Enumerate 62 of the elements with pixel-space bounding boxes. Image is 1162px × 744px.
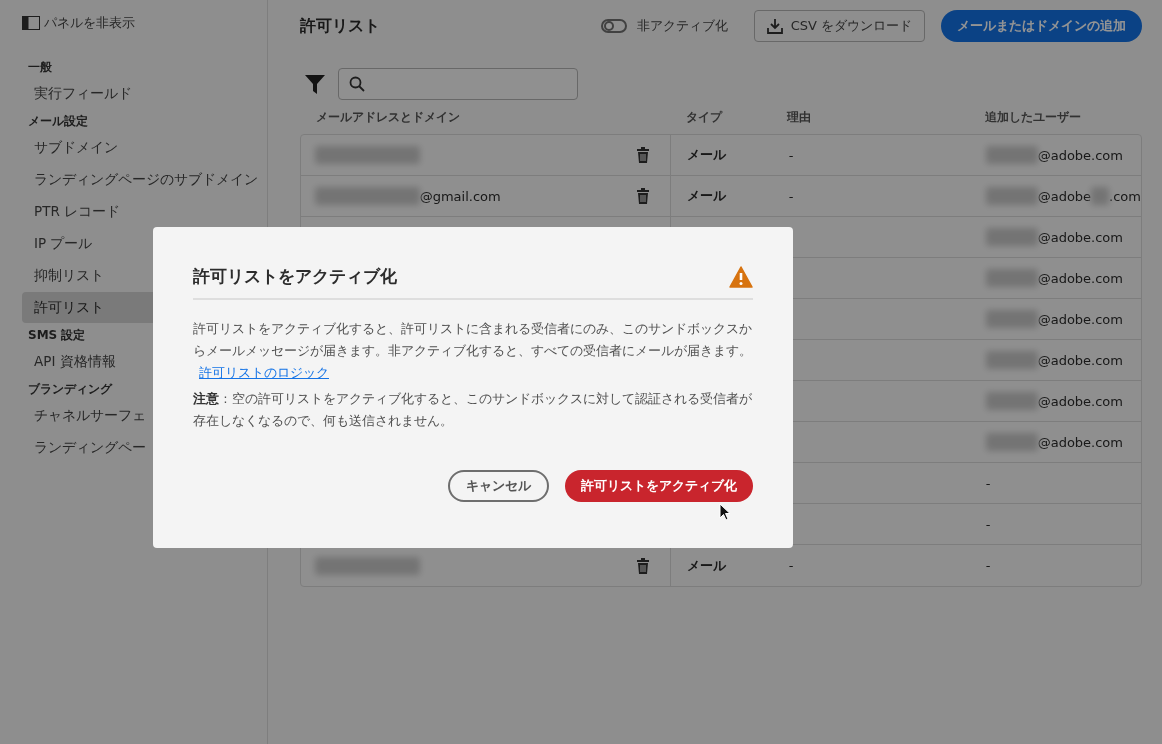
trash-icon[interactable]	[635, 557, 650, 574]
sidebar-item[interactable]: サブドメイン	[22, 132, 258, 163]
trash-icon[interactable]	[635, 147, 650, 163]
sidebar-item[interactable]: PTR レコード	[22, 196, 258, 227]
search-field[interactable]	[337, 68, 578, 100]
sidebar-item[interactable]: 実行フィールド	[22, 78, 258, 109]
table-cell: -	[985, 516, 991, 532]
allow-list-logic-link[interactable]: 許可リストのロジック	[199, 365, 329, 380]
pointer-icon	[719, 503, 731, 521]
warning-icon	[729, 265, 753, 288]
column-header: 理由	[786, 109, 811, 124]
toggle-switch[interactable]	[600, 19, 627, 33]
table-cell: @adobe.com	[1037, 270, 1123, 286]
column-header: 追加したユーザー	[984, 109, 1081, 124]
activate-button[interactable]: 許可リストをアクティブ化	[565, 470, 753, 502]
table-cell: @gmail.com	[419, 188, 501, 204]
hide-panel-link[interactable]: パネルを非表示	[44, 14, 135, 32]
panel-icon[interactable]	[22, 16, 40, 30]
table-cell: -	[985, 558, 991, 573]
redacted-text	[985, 310, 1038, 328]
table-cell: @adobe.com	[1037, 147, 1123, 163]
add-email-button[interactable]: メールまたはドメインの追加	[941, 10, 1142, 42]
table-cell: -	[788, 188, 794, 204]
column-header: メールアドレスとドメイン	[315, 109, 460, 124]
table-cell: @adobe.com	[1037, 311, 1123, 327]
download-csv-button[interactable]: CSV をダウンロード	[753, 10, 925, 42]
redacted-text	[985, 269, 1038, 287]
redacted-text	[985, 146, 1038, 164]
page-title: 許可リスト	[299, 15, 381, 37]
table-cell: -	[788, 558, 794, 573]
download-icon	[766, 18, 783, 34]
trash-icon[interactable]	[635, 188, 650, 204]
dialog-note: 注意 : 空の許可リストをアクティブ化すると、このサンドボックスに対して認証される受信者が存在しなくなるので、何も送信されません。	[193, 390, 753, 430]
table-cell: .com	[1109, 188, 1141, 204]
table-cell: メール	[686, 557, 726, 573]
table-cell: @adobe.com	[1037, 393, 1123, 409]
table-cell: -	[985, 475, 991, 491]
redacted-text	[985, 187, 1038, 205]
section-heading: 一般	[27, 58, 52, 76]
table-cell: @adobe.com	[1037, 229, 1123, 245]
table-cell: メール	[686, 147, 726, 162]
table-cell: @adobe.com	[1037, 434, 1123, 450]
section-heading: ブランディング	[27, 380, 112, 398]
search-icon	[348, 76, 365, 92]
section-heading: メール設定	[27, 112, 88, 130]
column-header: タイプ	[685, 109, 722, 124]
filter-icon[interactable]	[303, 73, 326, 95]
table-cell: -	[788, 147, 794, 163]
toggle-label: 非アクティブ化	[636, 17, 728, 35]
redacted-text	[985, 351, 1038, 369]
section-heading: SMS 設定	[27, 326, 86, 344]
redacted-text	[985, 433, 1038, 451]
table-cell: @adobe.com	[1037, 352, 1123, 368]
redacted-text	[1091, 187, 1110, 205]
redacted-text	[985, 228, 1038, 246]
dialog-message: 許可リストをアクティブ化すると、許可リストに含まれる受信者にのみ、このサンドボックスからメールメッセージが届きます。非アクティブ化すると、すべての受信者にメールが届きます。 許可リストのロジック	[193, 320, 753, 382]
sidebar-item[interactable]: ランディングページのサブドメイン	[22, 164, 258, 195]
cancel-button[interactable]: キャンセル	[448, 470, 549, 502]
dialog-title: 許可リストをアクティブ化	[193, 265, 397, 288]
redacted-text	[985, 392, 1038, 410]
table-cell: メール	[686, 188, 726, 203]
table-cell: @adobe	[1037, 188, 1092, 204]
